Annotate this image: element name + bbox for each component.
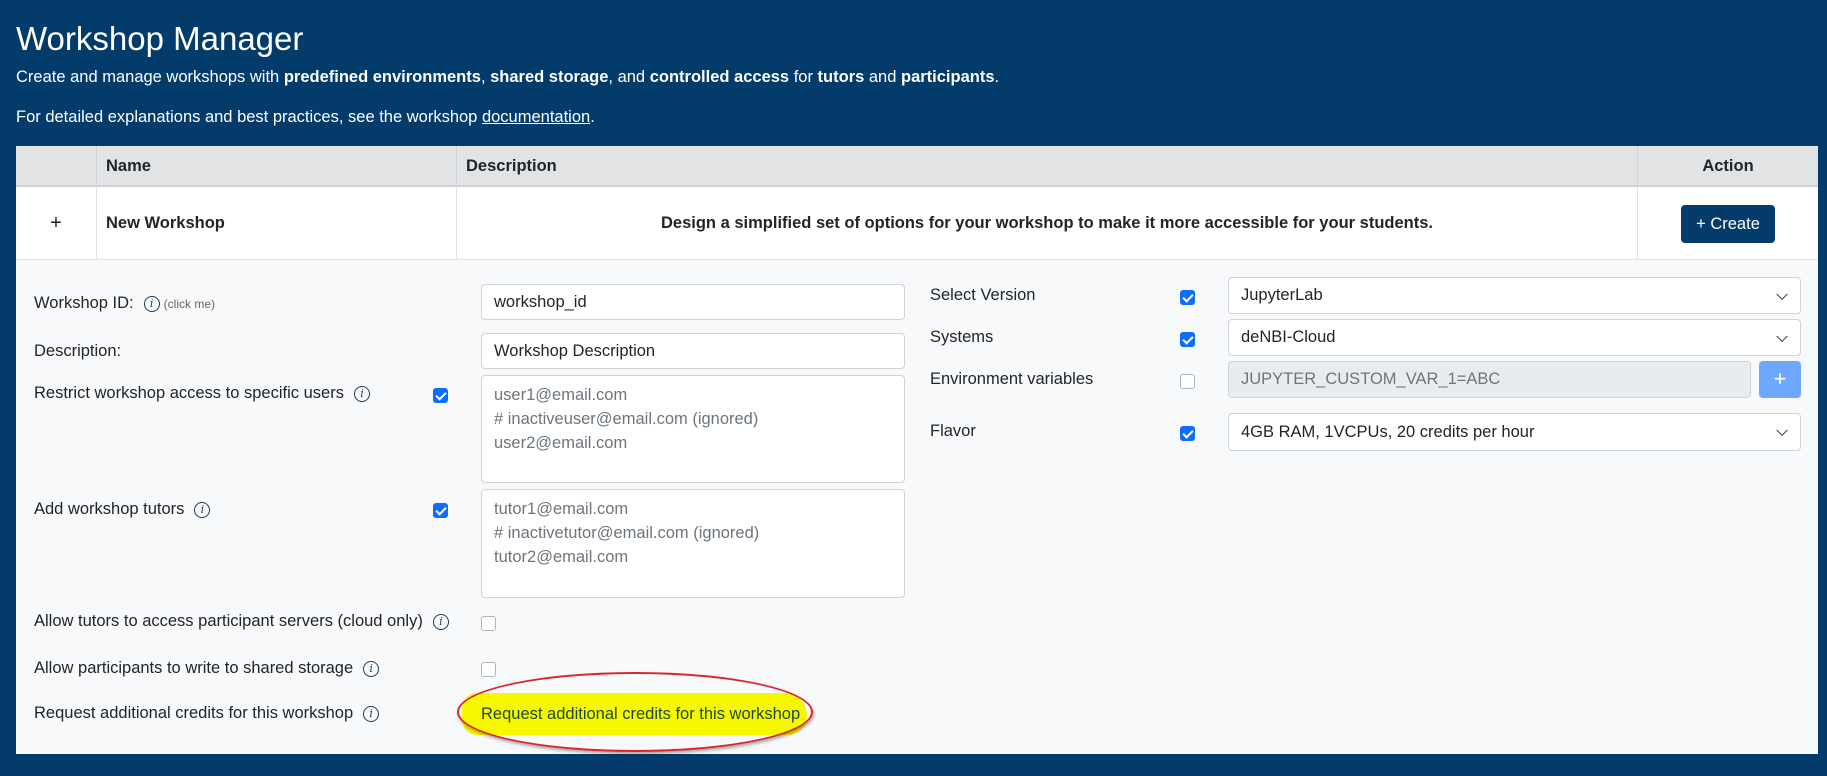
- page-subtitle: Create and manage workshops with predefi…: [16, 68, 999, 87]
- flavor-label: Flavor: [930, 422, 976, 440]
- flavor-checkbox[interactable]: [1180, 426, 1195, 441]
- info-icon[interactable]: i: [194, 501, 211, 518]
- info-icon[interactable]: i: [363, 660, 380, 677]
- select-value: deNBI-Cloud: [1241, 328, 1336, 346]
- request-credits-button[interactable]: Request additional credits for this work…: [481, 698, 811, 730]
- info-icon[interactable]: i: [363, 705, 380, 722]
- info-icon[interactable]: i: [432, 613, 449, 630]
- tutors-label: Add workshop tutors i: [34, 500, 211, 519]
- credits-label: Request additional credits for this work…: [34, 704, 380, 723]
- workshop-id-input[interactable]: workshop_id: [481, 284, 905, 320]
- subtitle-bold: predefined environments: [283, 68, 481, 86]
- page-title: Workshop Manager: [16, 20, 304, 57]
- flavor-select[interactable]: 4GB RAM, 1VCPUs, 20 credits per hour: [1228, 413, 1801, 451]
- expand-toggle[interactable]: +: [16, 187, 97, 260]
- label-text: Request additional credits for this work…: [34, 704, 354, 722]
- subtitle-text: , and: [608, 68, 650, 86]
- doc-prefix: For detailed explanations and best pract…: [16, 108, 482, 126]
- subtitle-text: Create and manage workshops with: [16, 68, 284, 86]
- version-label: Select Version: [930, 286, 1036, 304]
- select-value: JupyterLab: [1241, 286, 1323, 304]
- label-text: Allow participants to write to shared st…: [34, 659, 354, 677]
- tutor-access-label: Allow tutors to access participant serve…: [34, 612, 449, 631]
- select-value: 4GB RAM, 1VCPUs, 20 credits per hour: [1241, 422, 1535, 441]
- click-me-hint[interactable]: (click me): [164, 297, 215, 311]
- systems-label: Systems: [930, 328, 994, 346]
- users-textarea[interactable]: user1@email.com # inactiveuser@email.com…: [481, 375, 905, 483]
- systems-select[interactable]: deNBI-Cloud: [1228, 319, 1801, 356]
- workshop-id-label: Workshop ID: i (click me): [34, 294, 215, 313]
- write-storage-label: Allow participants to write to shared st…: [34, 659, 380, 678]
- version-checkbox[interactable]: [1180, 290, 1195, 305]
- row-name: New Workshop: [97, 187, 457, 260]
- env-checkbox[interactable]: [1180, 374, 1195, 389]
- subtitle-text: for: [789, 68, 818, 86]
- label-text: Add workshop tutors: [34, 500, 185, 518]
- subtitle-bold: controlled access: [649, 68, 790, 86]
- version-select[interactable]: JupyterLab: [1228, 277, 1801, 314]
- header-action: Action: [1638, 146, 1818, 187]
- env-input[interactable]: JUPYTER_CUSTOM_VAR_1=ABC: [1228, 361, 1751, 398]
- subtitle-bold: shared storage: [490, 68, 609, 86]
- documentation-link[interactable]: documentation: [482, 108, 590, 126]
- info-icon[interactable]: i: [353, 385, 370, 402]
- chevron-down-icon: [1776, 424, 1788, 437]
- tutors-checkbox[interactable]: [433, 503, 448, 518]
- systems-checkbox[interactable]: [1180, 332, 1195, 347]
- label-text: Allow tutors to access participant serve…: [34, 612, 423, 630]
- header-description: Description: [457, 146, 1638, 187]
- tutors-textarea[interactable]: tutor1@email.com # inactivetutor@email.c…: [481, 489, 905, 598]
- header-expand: [16, 146, 97, 187]
- doc-suffix: .: [590, 108, 595, 126]
- description-input[interactable]: Workshop Description: [481, 333, 905, 369]
- description-label: Description:: [34, 342, 122, 360]
- subtitle-text: .: [994, 68, 1000, 86]
- add-env-button[interactable]: +: [1759, 361, 1801, 398]
- row-description: Design a simplified set of options for y…: [457, 187, 1638, 260]
- header-name: Name: [97, 146, 457, 187]
- info-icon[interactable]: i: [143, 295, 160, 312]
- env-label: Environment variables: [930, 370, 1094, 388]
- chevron-down-icon: [1776, 288, 1788, 300]
- chevron-down-icon: [1776, 330, 1788, 342]
- subtitle-bold: tutors: [817, 68, 865, 86]
- subtitle-bold: participants: [901, 68, 995, 86]
- restrict-checkbox[interactable]: [433, 388, 448, 403]
- tutor-access-checkbox[interactable]: [481, 616, 496, 631]
- label-text: Workshop ID:: [34, 294, 134, 312]
- label-text: Restrict workshop access to specific use…: [34, 384, 344, 402]
- subtitle-text: and: [864, 68, 901, 86]
- subtitle-text: ,: [480, 68, 491, 86]
- create-button[interactable]: + Create: [1681, 205, 1775, 243]
- doc-line: For detailed explanations and best pract…: [16, 108, 595, 127]
- restrict-label: Restrict workshop access to specific use…: [34, 384, 370, 403]
- write-storage-checkbox[interactable]: [481, 662, 496, 677]
